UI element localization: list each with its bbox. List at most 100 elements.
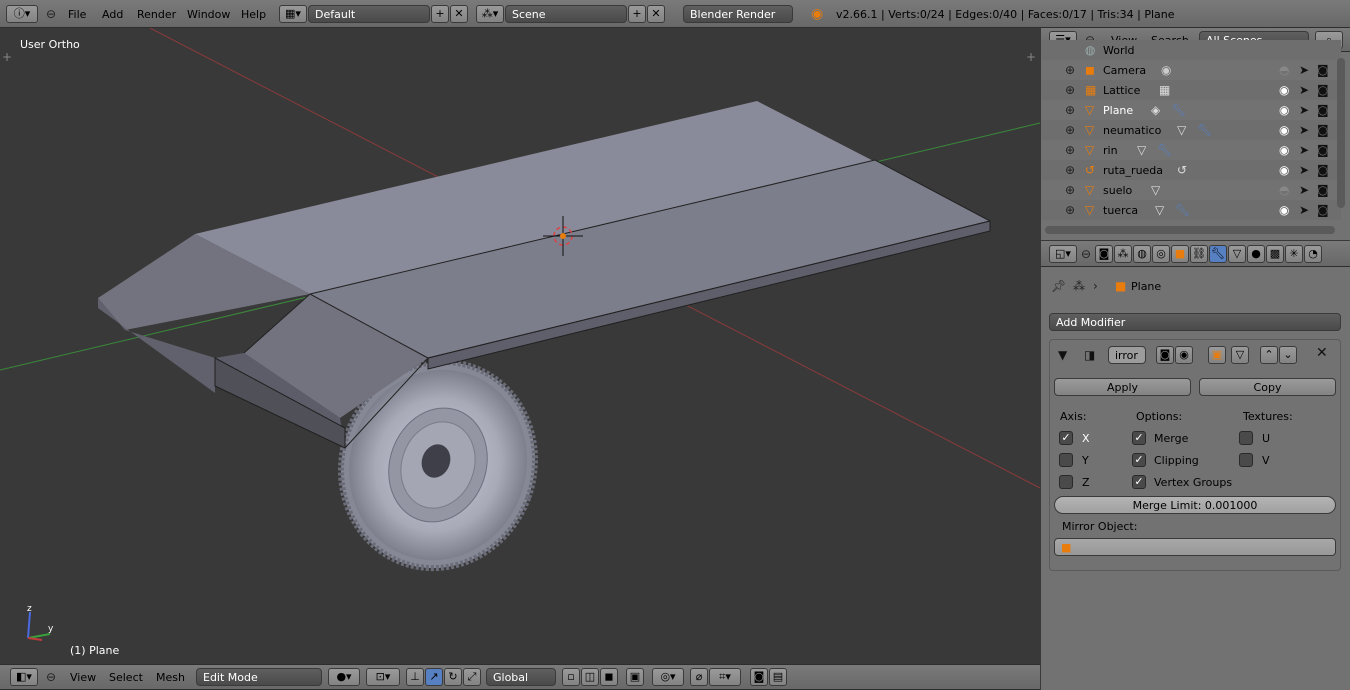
vertex-select-icon[interactable]: ▫ <box>562 668 580 686</box>
editmode-toggle-icon[interactable]: ▣ <box>1208 346 1226 364</box>
outliner-row-ruta-rueda[interactable]: ⊕ ↺ ruta_rueda ↺ ◉ ➤ ◙ <box>1041 160 1341 180</box>
renderable-camera-icon[interactable]: ◙ <box>1317 63 1329 77</box>
edge-select-icon[interactable]: ◫ <box>581 668 599 686</box>
expand-icon[interactable]: ⊕ <box>1065 203 1075 217</box>
translate-icon[interactable]: ↗ <box>425 668 443 686</box>
outliner-item-label[interactable]: tuerca <box>1103 204 1138 217</box>
visibility-eye-icon[interactable]: ◉ <box>1279 143 1289 157</box>
outliner-row-lattice[interactable]: ⊕ ▦ Lattice ▦ ◉ ➤ ◙ <box>1041 80 1341 100</box>
collapse-menu-icon[interactable]: ⊖ <box>1081 247 1091 261</box>
occlude-geometry-icon[interactable]: ▣ <box>626 668 644 686</box>
visibility-eye-icon[interactable]: ◉ <box>1279 83 1289 97</box>
outliner-item-label[interactable]: Lattice <box>1103 84 1140 97</box>
viewport-toggle-icon[interactable]: ◉ <box>1175 346 1193 364</box>
menu-help[interactable]: Help <box>241 8 266 21</box>
scene-tab-icon[interactable]: ◍ <box>1133 245 1151 263</box>
outliner-row-world[interactable]: ◍ World <box>1041 40 1341 60</box>
mirror-object-field[interactable]: ■ <box>1054 538 1336 556</box>
editor-type-button[interactable]: ◱▾ <box>1049 245 1077 263</box>
menu-mesh[interactable]: Mesh <box>156 671 185 684</box>
pivot-point-icon[interactable]: ⊡▾ <box>366 668 400 686</box>
screen-layout-icon[interactable]: ▦▾ <box>279 5 307 23</box>
menu-render[interactable]: Render <box>137 8 176 21</box>
selectable-arrow-icon[interactable]: ➤ <box>1299 203 1309 217</box>
scale-icon[interactable]: ⤢ <box>463 668 481 686</box>
expand-icon[interactable]: ⊕ <box>1065 143 1075 157</box>
texture-u-checkbox[interactable] <box>1239 431 1253 445</box>
modifier-wrench-icon[interactable]: 🔧︎ <box>1197 123 1212 137</box>
expand-icon[interactable]: ⊕ <box>1065 183 1075 197</box>
outliner-item-label[interactable]: Camera <box>1103 64 1146 77</box>
expand-icon[interactable]: ⊕ <box>1065 103 1075 117</box>
visibility-eye-icon[interactable]: ◉ <box>1279 103 1289 117</box>
remove-layout-icon[interactable]: ✕ <box>450 5 468 23</box>
add-modifier-select[interactable]: Add Modifier <box>1049 313 1341 331</box>
outliner-item-label[interactable]: suelo <box>1103 184 1132 197</box>
modifier-wrench-icon[interactable]: 🔧︎ <box>1171 103 1186 117</box>
axis-z-checkbox[interactable] <box>1059 475 1073 489</box>
mesh-data-icon[interactable]: ▽ <box>1177 123 1186 137</box>
3d-viewport[interactable]: z y User Ortho + + (1) Plane <box>0 28 1040 664</box>
modifier-wrench-icon[interactable]: 🔧︎ <box>1157 143 1172 157</box>
selectable-arrow-icon[interactable]: ➤ <box>1299 163 1309 177</box>
outliner-row-suelo[interactable]: ⊕ ▽ suelo ▽ ◓ ➤ ◙ <box>1041 180 1341 200</box>
outliner-row-rin[interactable]: ⊕ ▽ rin ▽ 🔧︎ ◉ ➤ ◙ <box>1041 140 1341 160</box>
toolshelf-toggle-icon[interactable]: + <box>2 50 12 64</box>
selectable-arrow-icon[interactable]: ➤ <box>1299 103 1309 117</box>
scene-field[interactable]: Scene <box>505 5 627 23</box>
manipulator-icon[interactable]: ⊥ <box>406 668 424 686</box>
renderable-camera-icon[interactable]: ◙ <box>1317 123 1329 137</box>
move-up-icon[interactable]: ⌃ <box>1260 346 1278 364</box>
add-scene-icon[interactable]: + <box>628 5 646 23</box>
add-layout-icon[interactable]: + <box>431 5 449 23</box>
mesh-data-icon[interactable]: ◈ <box>1151 103 1160 117</box>
visibility-eye-icon[interactable]: ◓ <box>1279 63 1289 77</box>
visibility-eye-icon[interactable]: ◓ <box>1279 183 1289 197</box>
copy-button[interactable]: Copy <box>1199 378 1336 396</box>
renderable-camera-icon[interactable]: ◙ <box>1317 183 1329 197</box>
proportional-edit-icon[interactable]: ◎▾ <box>652 668 684 686</box>
outliner-item-label[interactable]: rin <box>1103 144 1118 157</box>
pin-icon[interactable]: 📌︎ <box>1051 279 1066 293</box>
face-select-icon[interactable]: ◼ <box>600 668 618 686</box>
render-tab-icon[interactable]: ◙ <box>1095 245 1113 263</box>
close-icon[interactable]: ✕ <box>1316 346 1328 360</box>
menu-add[interactable]: Add <box>102 8 123 21</box>
render-layers-tab-icon[interactable]: ⁂ <box>1114 245 1132 263</box>
merge-checkbox[interactable]: ✓ <box>1132 431 1146 445</box>
constraints-tab-icon[interactable]: ⛓ <box>1190 245 1208 263</box>
modifier-wrench-icon[interactable]: 🔧︎ <box>1175 203 1190 217</box>
expand-icon[interactable]: ⊕ <box>1065 83 1075 97</box>
orientation-select[interactable]: Global <box>486 668 556 686</box>
visibility-eye-icon[interactable]: ◉ <box>1279 123 1289 137</box>
particles-tab-icon[interactable]: ✳ <box>1285 245 1303 263</box>
render-engine-select[interactable]: Blender Render <box>683 5 793 23</box>
modifiers-tab-icon[interactable]: 🔧︎ <box>1209 245 1227 263</box>
physics-tab-icon[interactable]: ◔ <box>1304 245 1322 263</box>
cage-toggle-icon[interactable]: ▽ <box>1231 346 1249 364</box>
expand-icon[interactable]: ⊕ <box>1065 63 1075 77</box>
selectable-arrow-icon[interactable]: ➤ <box>1299 183 1309 197</box>
outliner-row-neumatico[interactable]: ⊕ ▽ neumatico ▽ 🔧︎ ◉ ➤ ◙ <box>1041 120 1341 140</box>
visibility-eye-icon[interactable]: ◉ <box>1279 203 1289 217</box>
outliner-item-label[interactable]: ruta_rueda <box>1103 164 1163 177</box>
menu-select[interactable]: Select <box>109 671 143 684</box>
scene-icon[interactable]: ⁂▾ <box>476 5 504 23</box>
render-toggle-icon[interactable]: ◙ <box>1156 346 1174 364</box>
outliner-row-plane[interactable]: ⊕ ▽ Plane ◈ 🔧︎ ◉ ➤ ◙ <box>1041 100 1341 120</box>
axis-y-checkbox[interactable] <box>1059 453 1073 467</box>
expand-icon[interactable]: ⊕ <box>1065 123 1075 137</box>
outliner-item-label[interactable]: World <box>1103 44 1135 57</box>
outliner-row-tuerca[interactable]: ⊕ ▽ tuerca ▽ 🔧︎ ◉ ➤ ◙ <box>1041 200 1341 220</box>
renderable-camera-icon[interactable]: ◙ <box>1317 203 1329 217</box>
collapse-menu-icon[interactable]: ⊖ <box>46 670 56 684</box>
clipping-checkbox[interactable]: ✓ <box>1132 453 1146 467</box>
selectable-arrow-icon[interactable]: ➤ <box>1299 63 1309 77</box>
world-tab-icon[interactable]: ◎ <box>1152 245 1170 263</box>
editor-type-button[interactable]: ◧▾ <box>10 668 38 686</box>
editor-type-button[interactable]: ⓘ▾ <box>6 5 38 23</box>
menu-window[interactable]: Window <box>187 8 230 21</box>
mode-select[interactable]: Edit Mode <box>196 668 322 686</box>
layout-field[interactable]: Default <box>308 5 430 23</box>
outliner-vertical-scrollbar[interactable] <box>1337 58 1345 208</box>
